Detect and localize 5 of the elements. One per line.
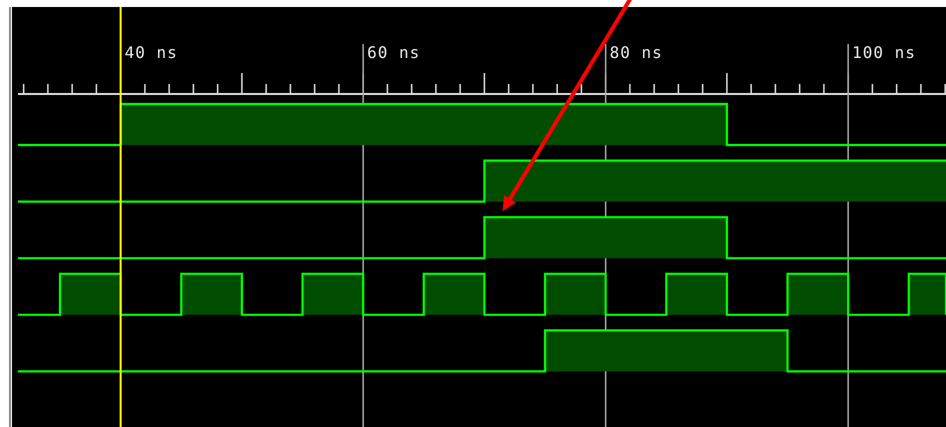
time-label: 100 ns [852, 43, 916, 62]
time-cursor[interactable] [120, 7, 122, 427]
time-label: 40 ns [124, 43, 178, 62]
time-label: 60 ns [367, 43, 420, 62]
time-label: 80 ns [610, 43, 663, 62]
